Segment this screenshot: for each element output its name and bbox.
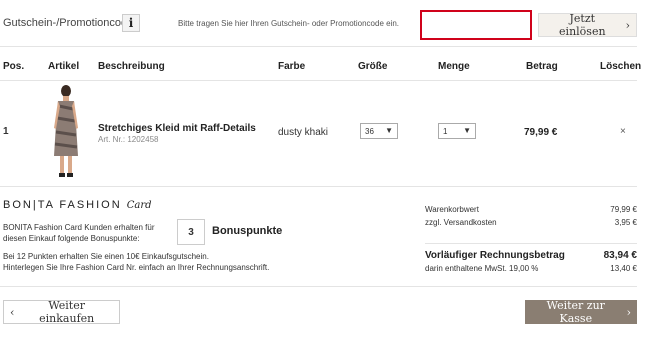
vat-label: darin enthaltene MwSt. 19,00 % bbox=[425, 264, 539, 273]
product-title[interactable]: Stretchiges Kleid mit Raff-Details bbox=[98, 123, 256, 134]
row-amount: 79,99 € bbox=[524, 127, 558, 138]
chevron-down-icon: ▼ bbox=[385, 126, 393, 135]
summary-divider bbox=[425, 243, 637, 244]
redeem-label: Jetzt einlösen bbox=[559, 12, 606, 38]
quantity-select[interactable]: 1 ▼ bbox=[438, 123, 476, 139]
divider bbox=[0, 186, 637, 187]
shipping-label: zzgl. Versandkosten bbox=[425, 218, 497, 227]
product-color: dusty khaki bbox=[278, 127, 329, 138]
divider bbox=[0, 46, 637, 47]
header-artikel: Artikel bbox=[48, 61, 80, 72]
continue-shopping-label: Weiter einkaufen bbox=[39, 299, 95, 325]
shipping-value: 3,95 € bbox=[614, 218, 637, 227]
product-image[interactable] bbox=[48, 84, 84, 179]
bonus-points-value: 3 bbox=[177, 219, 205, 245]
promo-code-input[interactable] bbox=[420, 10, 532, 40]
bonus-points-label: Bonuspunkte bbox=[212, 225, 283, 237]
promo-hint: Bitte tragen Sie hier Ihren Gutschein- o… bbox=[178, 19, 400, 28]
divider bbox=[0, 286, 637, 287]
card-desc-line1: BONITA Fashion Card Kunden erhalten für bbox=[3, 223, 155, 232]
chevron-left-icon: ‹ bbox=[10, 305, 15, 319]
article-number: Art. Nr.: 1202458 bbox=[98, 135, 159, 144]
goods-value: 79,99 € bbox=[610, 205, 637, 214]
size-value: 36 bbox=[365, 126, 374, 136]
info-icon[interactable]: i bbox=[122, 14, 140, 32]
chevron-right-icon: › bbox=[625, 18, 630, 32]
size-select[interactable]: 36 ▼ bbox=[360, 123, 398, 139]
header-groesse: Größe bbox=[358, 61, 388, 72]
checkout-label: Weiter zur Kasse bbox=[546, 299, 605, 325]
header-betrag: Betrag bbox=[526, 61, 558, 72]
card-info-line2: Hinterlegen Sie Ihre Fashion Card Nr. ei… bbox=[3, 263, 270, 272]
header-loeschen: Löschen bbox=[600, 61, 642, 72]
header-beschreibung: Beschreibung bbox=[98, 61, 165, 72]
promo-label: Gutschein-/Promotioncode bbox=[3, 17, 134, 29]
card-info-line1: Bei 12 Punkten erhalten Sie einen 10€ Ei… bbox=[3, 252, 209, 261]
total-label: Vorläufiger Rechnungsbetrag bbox=[425, 250, 565, 261]
divider bbox=[0, 80, 637, 81]
goods-value-label: Warenkorbwert bbox=[425, 205, 479, 214]
card-desc-line2: diesen Einkauf folgende Bonuspunkte: bbox=[3, 234, 140, 243]
header-pos: Pos. bbox=[3, 61, 25, 72]
continue-shopping-button[interactable]: ‹ Weiter einkaufen bbox=[3, 299, 120, 325]
checkout-button[interactable]: Weiter zur Kasse › bbox=[525, 299, 637, 325]
chevron-right-icon: › bbox=[626, 305, 631, 319]
quantity-value: 1 bbox=[443, 126, 448, 136]
vat-value: 13,40 € bbox=[610, 264, 637, 273]
row-pos: 1 bbox=[3, 126, 9, 137]
header-farbe: Farbe bbox=[278, 61, 306, 72]
redeem-button[interactable]: Jetzt einlösen › bbox=[538, 12, 637, 38]
delete-icon[interactable]: × bbox=[620, 126, 626, 137]
header-menge: Menge bbox=[438, 61, 470, 72]
bonita-fashion-card-logo: BON|TA FASHION Card bbox=[3, 199, 152, 211]
chevron-down-icon: ▼ bbox=[463, 126, 471, 135]
total-value: 83,94 € bbox=[603, 250, 637, 261]
